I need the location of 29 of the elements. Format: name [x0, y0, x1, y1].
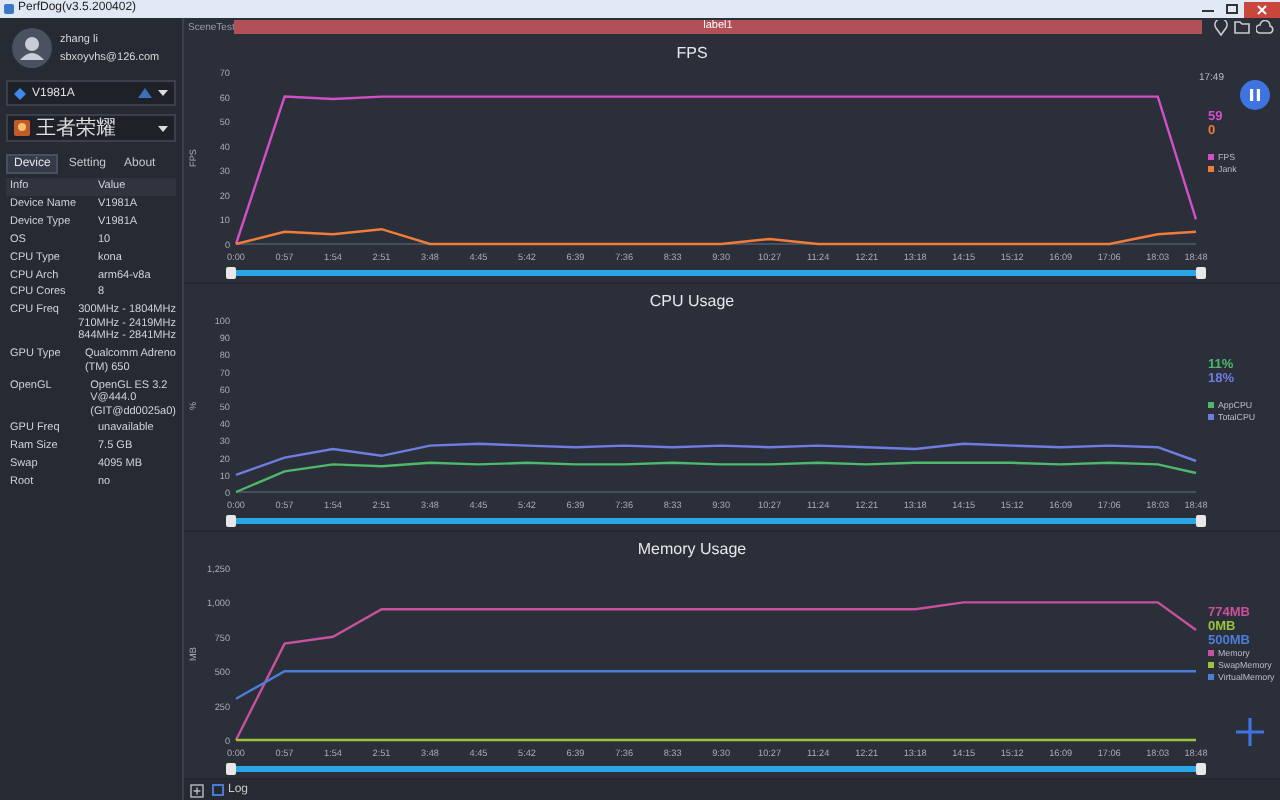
chart-title: FPS: [676, 44, 708, 62]
legend-marker: [1208, 154, 1214, 160]
legend-marker: [1208, 414, 1214, 420]
connection-icon: [138, 88, 152, 98]
legend-marker: [1208, 402, 1214, 408]
cloud-icon[interactable]: [1256, 20, 1274, 34]
legend-marker: [1208, 662, 1214, 668]
range-slider[interactable]: [226, 267, 1206, 279]
app-icon: [4, 4, 14, 14]
app-select[interactable]: 王者荣耀: [6, 114, 176, 142]
location-icon[interactable]: [1214, 19, 1228, 35]
legend-marker: [1208, 650, 1214, 656]
add-icon[interactable]: [190, 783, 204, 797]
caret-icon: [158, 125, 168, 131]
diamond-icon: [14, 87, 26, 99]
range-slider[interactable]: [226, 515, 1206, 527]
close-icon[interactable]: [1244, 1, 1280, 17]
chart-title: Memory Usage: [637, 540, 747, 558]
game-icon: [14, 120, 30, 136]
maximize-icon[interactable]: [1220, 2, 1244, 16]
range-slider[interactable]: [226, 763, 1206, 775]
legend-marker: [1208, 674, 1214, 680]
legend-marker: [1208, 166, 1214, 172]
pause-icon[interactable]: [1240, 80, 1270, 110]
folder-icon[interactable]: [1234, 20, 1250, 34]
chart-title: CPU Usage: [649, 292, 735, 310]
plus-icon[interactable]: [1236, 718, 1264, 746]
avatar-icon: [12, 28, 52, 68]
caret-icon: [158, 90, 168, 96]
